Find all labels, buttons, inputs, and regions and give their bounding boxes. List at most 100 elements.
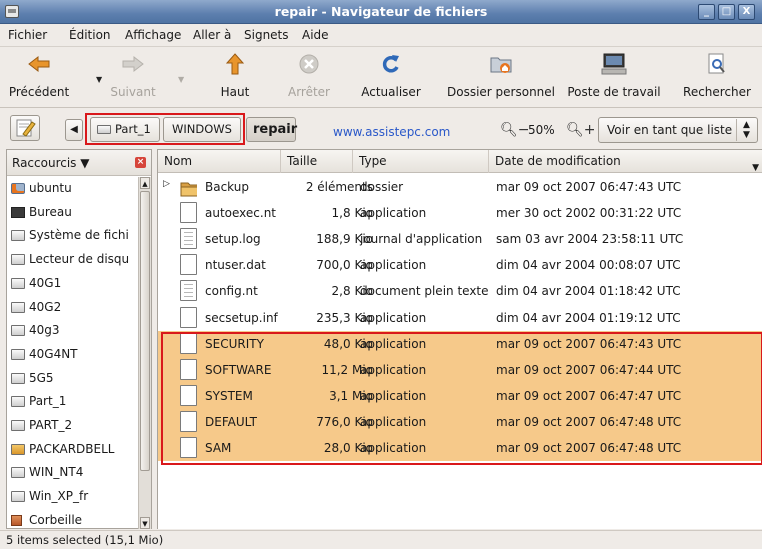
menu-fichier[interactable]: Fichier: [8, 28, 47, 42]
column-type[interactable]: Type: [353, 150, 489, 173]
sidebar-close-icon[interactable]: ×: [135, 157, 146, 168]
file-row[interactable]: secsetup.inf 235,3 Kio application dim 04 a…: [158, 305, 762, 331]
menu-affichage[interactable]: Affichage: [125, 28, 181, 42]
minimize-button[interactable]: _: [698, 4, 715, 20]
up-button[interactable]: Haut: [210, 51, 260, 99]
computer-label: Poste de travail: [567, 85, 661, 99]
scroll-down-arrow-icon[interactable]: ▼: [140, 517, 150, 529]
column-size[interactable]: Taille: [281, 150, 353, 173]
back-button[interactable]: Précédent: [6, 51, 72, 99]
sidebar-item[interactable]: Part_1: [9, 390, 137, 414]
drive-icon: [11, 301, 25, 313]
sidebar-item-label: Win_XP_fr: [29, 489, 89, 504]
file-type: document plein texte: [360, 284, 489, 299]
sidebar-item[interactable]: WIN_NT4: [9, 461, 137, 485]
file-size: 188,9 Kio: [316, 232, 373, 247]
edit-path-icon: [16, 119, 36, 137]
drive-icon: [11, 396, 25, 408]
sidebar-item-label: Bureau: [29, 204, 72, 219]
home-button[interactable]: Dossier personnel: [444, 51, 558, 99]
menu-bar: Fichier Édition Affichage Aller à Signet…: [0, 24, 762, 46]
title-bar[interactable]: repair - Navigateur de fichiers _ □ X: [0, 0, 762, 24]
file-date: mer 30 oct 2002 00:31:22 UTC: [496, 206, 682, 221]
text-file-icon: [180, 228, 197, 250]
maximize-button[interactable]: □: [718, 4, 735, 20]
file-row[interactable]: ▷ Backup 2 éléments dossier mar 09 oct 2007 …: [158, 174, 762, 200]
selection-highlight-box: [161, 332, 762, 465]
file-type: application: [360, 206, 427, 221]
zoom-in-icon[interactable]: 🔍︎+: [566, 122, 596, 138]
sidebar-item-label: Corbeille: [29, 512, 83, 527]
file-name: Backup: [205, 180, 249, 194]
sidebar-item[interactable]: 5G5: [9, 367, 137, 391]
file-date: sam 03 avr 2004 23:58:11 UTC: [496, 232, 684, 247]
file-row[interactable]: ntuser.dat 700,0 Kio application dim 04 avr…: [158, 252, 762, 278]
sidebar-item[interactable]: PACKARDBELL: [9, 438, 137, 462]
menu-edition[interactable]: Édition: [69, 28, 111, 42]
stop-button[interactable]: Arrêter: [282, 51, 336, 99]
file-date: mar 09 oct 2007 06:47:43 UTC: [496, 180, 682, 194]
close-button[interactable]: X: [738, 4, 755, 20]
sidebar-title[interactable]: Raccourcis ▼: [12, 156, 89, 170]
scroll-thumb[interactable]: [140, 191, 150, 471]
drive-icon: [97, 125, 111, 134]
file-type: dossier: [360, 180, 404, 194]
sidebar-item[interactable]: 40G4NT: [9, 343, 137, 367]
file-size: 235,3 Kio: [316, 310, 373, 325]
file-icon: [180, 306, 197, 328]
file-row[interactable]: setup.log 188,9 Kio journal d'application s…: [158, 226, 762, 252]
home-folder-icon: [11, 183, 25, 194]
menu-aller-a[interactable]: Aller à: [193, 28, 231, 42]
home-label: Dossier personnel: [446, 85, 555, 99]
toggle-location-entry-button[interactable]: [10, 115, 40, 141]
file-row[interactable]: autoexec.nt 1,8 Kio application mer 30 oct …: [158, 200, 762, 226]
sidebar-item[interactable]: 40G2: [9, 296, 137, 320]
menu-aide[interactable]: Aide: [302, 28, 329, 42]
status-bar: 5 items selected (15,1 Mio): [0, 530, 762, 549]
forward-button[interactable]: Suivant: [108, 51, 158, 99]
reload-icon: [356, 51, 426, 77]
file-date: dim 04 avr 2004 00:08:07 UTC: [496, 258, 681, 273]
sidebar-item[interactable]: Bureau: [9, 201, 137, 225]
sidebar-item-label: ubuntu: [29, 181, 72, 195]
sidebar-item[interactable]: Win_XP_fr: [9, 485, 137, 509]
column-name[interactable]: Nom: [158, 150, 281, 173]
menu-signets[interactable]: Signets: [244, 28, 289, 42]
sidebar-item[interactable]: Lecteur de disqu: [9, 248, 137, 272]
crumb-part-1-label: Part_1: [115, 122, 151, 136]
forward-arrow-icon: [108, 51, 158, 77]
back-history-dropdown[interactable]: ▼: [96, 75, 102, 84]
view-mode-select[interactable]: Voir en tant que liste ▲ ▼: [598, 117, 758, 143]
expand-triangle-icon[interactable]: ▷: [163, 179, 170, 189]
sidebar-item-label: Système de fichi: [29, 228, 129, 243]
drive-icon: [11, 348, 25, 360]
sidebar-item-label: Lecteur de disqu: [29, 252, 130, 267]
zoom-level[interactable]: 50%: [528, 123, 555, 137]
forward-history-dropdown[interactable]: ▼: [178, 75, 184, 84]
column-date[interactable]: Date de modification ▼: [489, 150, 762, 173]
reload-button[interactable]: Actualiser: [356, 51, 426, 99]
computer-button[interactable]: Poste de travail: [562, 51, 666, 99]
search-button[interactable]: Rechercher: [680, 51, 754, 99]
sidebar-item[interactable]: ubuntu: [9, 177, 137, 201]
sidebar-header[interactable]: Raccourcis ▼ ×: [7, 150, 151, 176]
file-name: setup.log: [205, 232, 261, 247]
window-title: repair - Navigateur de fichiers: [274, 4, 488, 19]
sidebar-item[interactable]: Système de fichi: [9, 224, 137, 248]
sidebar-item[interactable]: 40g3: [9, 319, 137, 343]
crumb-repair[interactable]: repair: [246, 117, 297, 142]
sidebar-item-label: Part_1: [29, 394, 67, 409]
sidebar-item[interactable]: PART_2: [9, 414, 137, 438]
crumb-windows[interactable]: WINDOWS: [163, 117, 241, 142]
view-mode-value: Voir en tant que liste: [607, 123, 733, 137]
file-date: dim 04 avr 2004 01:19:12 UTC: [496, 310, 681, 325]
watermark-text: www.assistepc.com: [333, 125, 451, 139]
sidebar-item[interactable]: 40G1: [9, 272, 137, 296]
scroll-up-arrow-icon[interactable]: ▲: [140, 177, 150, 189]
zoom-out-icon[interactable]: 🔍︎−: [500, 122, 530, 138]
crumb-part-1[interactable]: Part_1: [90, 117, 160, 142]
file-size: 700,0 Kio: [316, 258, 373, 273]
file-row[interactable]: config.nt 2,8 Kio document plein texte dim …: [158, 278, 762, 304]
path-scroll-left-button[interactable]: ◀: [65, 119, 83, 141]
sidebar-scrollbar[interactable]: ▲ ▼: [138, 177, 151, 529]
